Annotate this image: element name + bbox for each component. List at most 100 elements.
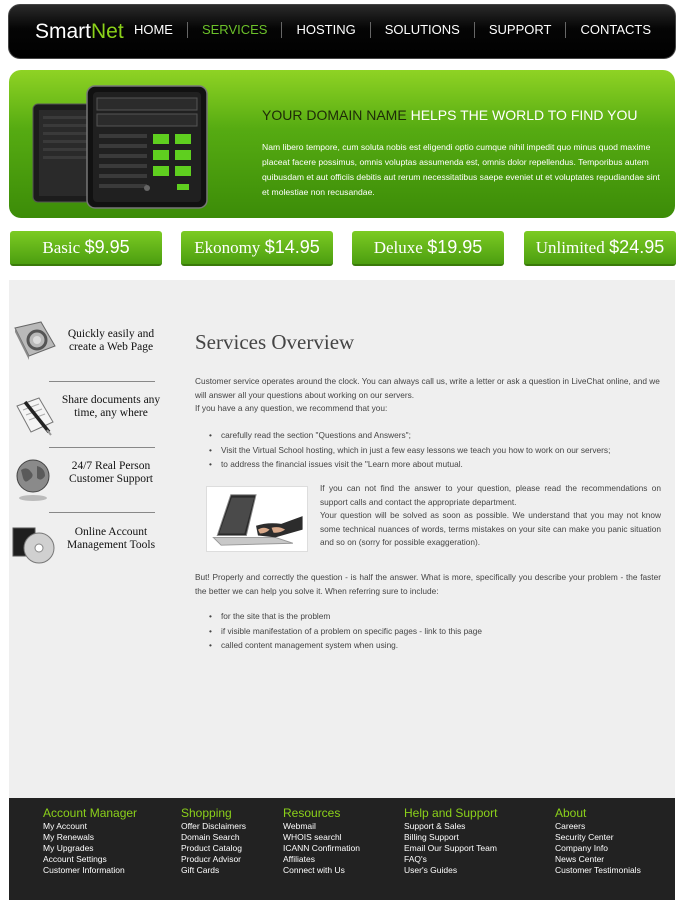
footer-link[interactable]: My Upgrades [43,843,137,854]
sidebar-label-line: Customer Support [68,473,153,485]
footer-link[interactable]: Product Catalog [181,843,246,854]
footer-link[interactable]: Webmail [283,821,360,832]
footer-link[interactable]: Gift Cards [181,865,246,876]
price-name: Unlimited [535,238,605,257]
footer-link[interactable]: Billing Support [404,832,497,843]
nav-support[interactable]: SUPPORT [473,22,566,38]
sidebar-item-documents[interactable]: Share documents any time, any where [9,392,161,452]
intro-text: Customer service operates around the clo… [195,376,660,400]
nav-hosting[interactable]: HOSTING [281,22,369,38]
footer-column-shopping: Shopping Offer Disclaimers Domain Search… [181,807,246,876]
sidebar-label-line: Share documents any [61,394,161,406]
footer-link[interactable]: Account Settings [43,854,137,865]
sidebar-divider [49,512,155,513]
footer-heading: About [555,806,587,820]
footer-link[interactable]: ICANN Confirmation [283,843,360,854]
footer-link[interactable]: User's Guides [404,865,497,876]
header-bar: SmartNet HOME SERVICES HOSTING SOLUTIONS… [8,4,676,59]
hero-description: Nam libero tempore, cum soluta nobis est… [262,142,660,197]
footer-link[interactable]: Email Our Support Team [404,843,497,854]
footer: Account Manager My Account My Renewals M… [9,798,675,900]
footer-column-resources: Resources Webmail WHOIS searchl ICANN Co… [283,807,360,876]
footer-link[interactable]: Support & Sales [404,821,497,832]
footer-link[interactable]: Affiliates [283,854,360,865]
footer-heading: Account Manager [43,806,138,820]
logo-smart: Smart [35,20,92,43]
sidebar-label: Online Account Management Tools [61,526,161,552]
price-name: Ekonomy [194,238,261,257]
page-title: Services Overview [195,330,355,354]
logo[interactable]: SmartNet [35,20,124,44]
footer-link[interactable]: Domain Search [181,832,246,843]
support-text-2: Your question will be solved as soon as … [320,510,661,547]
intro-text-2: If you have a any question, we recommend… [195,403,388,413]
sidebar-item-support[interactable]: 24/7 Real Person Customer Support [9,456,159,516]
sidebar-label-line: time, any where [74,407,148,419]
footer-link[interactable]: My Renewals [43,832,137,843]
outro-paragraph: But! Properly and correctly the question… [195,572,661,596]
price-amount: $24.95 [609,237,665,257]
price-amount: $9.95 [84,237,130,257]
hero-title-light: HELPS THE WORLD TO FIND YOU [406,107,638,123]
footer-link[interactable]: FAQ's [404,854,497,865]
sidebar-item-web-page[interactable]: Quickly easily and create a Web Page [9,316,159,376]
price-unlimited-button[interactable]: Unlimited $24.95 [524,231,676,266]
disc-icon [12,527,55,564]
hero-banner: YOUR DOMAIN NAME HELPS THE WORLD TO FIND… [9,70,675,218]
sidebar-divider [49,447,155,448]
hero-title-dark: YOUR DOMAIN NAME [262,107,407,123]
price-basic-button[interactable]: Basic $9.95 [10,231,162,266]
footer-column-about: About Careers Security Center Company In… [555,807,641,876]
footer-link[interactable]: Customer Information [43,865,137,876]
list-item: for the site that is the problem [207,609,482,624]
sidebar-label-line: Management Tools [66,539,156,551]
nav-services[interactable]: SERVICES [186,22,282,38]
intro-paragraph: Customer service operates around the clo… [195,375,661,416]
sidebar-label-line: Quickly easily and [67,328,155,340]
footer-link[interactable]: Offer Disclaimers [181,821,246,832]
sidebar-label: 24/7 Real Person Customer Support [61,460,161,486]
list-item: Visit the Virtual School hosting, which … [207,443,610,458]
server-rack-image [32,85,208,209]
support-text: If you can not find the answer to your q… [320,483,661,507]
sidebar-label-line: 24/7 Real Person [71,460,151,472]
sidebar-label-line: Online Account [74,526,148,538]
sidebar-label: Share documents any time, any where [61,394,161,420]
support-info: If you can not find the answer to your q… [320,482,661,550]
price-amount: $19.95 [427,237,483,257]
hero-title: YOUR DOMAIN NAME HELPS THE WORLD TO FIND… [262,107,637,123]
footer-link[interactable]: My Account [43,821,137,832]
footer-link[interactable]: Connect with Us [283,865,360,876]
footer-heading: Resources [283,806,341,820]
footer-link[interactable]: Security Center [555,832,641,843]
footer-link[interactable]: WHOIS searchl [283,832,360,843]
price-name: Basic [42,238,81,257]
logo-net: Net [91,20,124,43]
nav-solutions[interactable]: SOLUTIONS [369,22,474,38]
footer-heading: Shopping [181,806,232,820]
sidebar-divider [49,381,155,382]
price-ekonomy-button[interactable]: Ekonomy $14.95 [181,231,333,266]
nav-home[interactable]: HOME [120,22,187,38]
footer-link[interactable]: Producr Advisor [181,854,246,865]
nav-contacts[interactable]: CONTACTS [565,22,665,38]
footer-link[interactable]: Company Info [555,843,641,854]
footer-link[interactable]: News Center [555,854,641,865]
main-nav: HOME SERVICES HOSTING SOLUTIONS SUPPORT … [120,22,665,38]
footer-link[interactable]: Customer Testimonials [555,865,641,876]
content-panel: Quickly easily and create a Web Page Shar… [9,280,675,798]
footer-link[interactable]: Careers [555,821,641,832]
sidebar-label-line: create a Web Page [68,341,154,353]
footer-column-account: Account Manager My Account My Renewals M… [43,807,137,876]
web-page-icon [14,321,56,360]
list-item: called content management system when us… [207,638,482,653]
recommendation-list: carefully read the section "Questions an… [207,428,610,472]
sidebar-item-account[interactable]: Online Account Management Tools [9,522,159,582]
list-item: to address the financial issues visit th… [207,457,610,472]
footer-column-help: Help and Support Support & Sales Billing… [404,807,497,876]
price-name: Deluxe [373,238,423,257]
price-deluxe-button[interactable]: Deluxe $19.95 [352,231,504,266]
include-list: for the site that is the problem if visi… [207,609,482,653]
sidebar-label: Quickly easily and create a Web Page [61,328,161,354]
list-item: if visible manifestation of a problem on… [207,624,482,639]
